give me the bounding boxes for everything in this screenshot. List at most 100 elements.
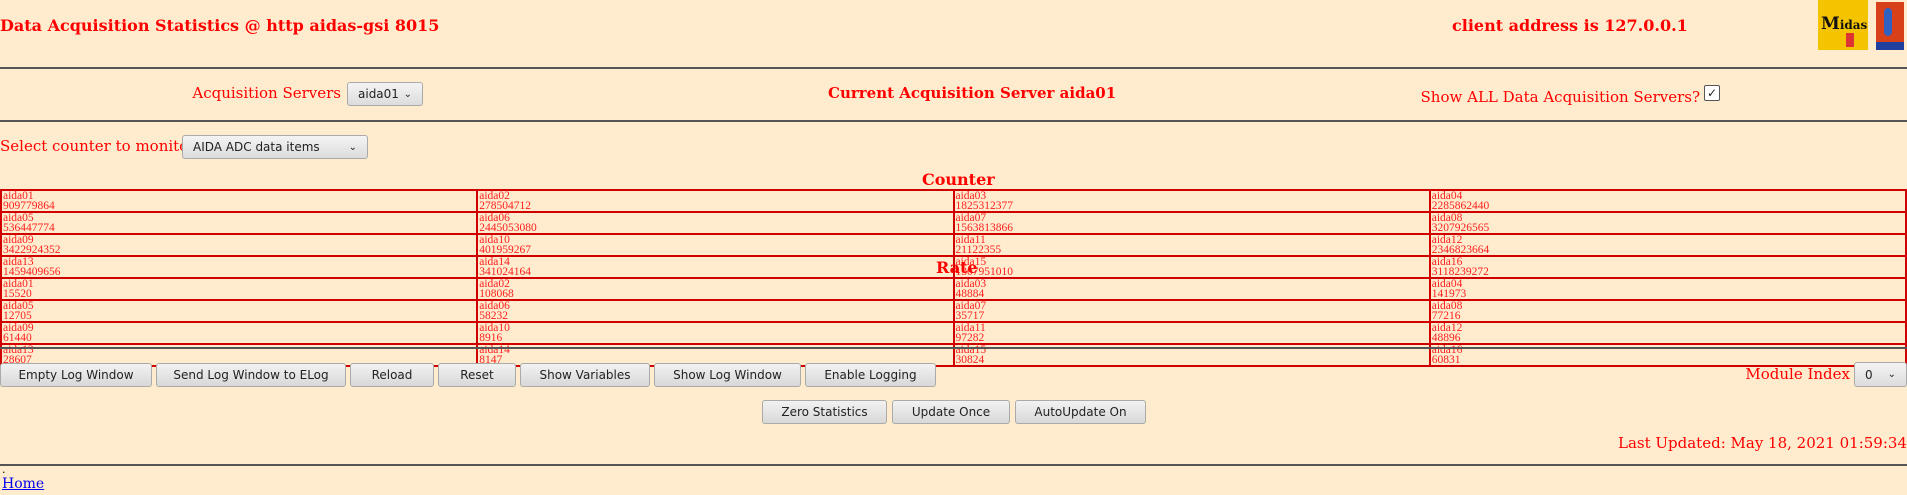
stat-value: 341024164 xyxy=(479,266,531,278)
stat-value: 3118239272 xyxy=(1431,266,1489,278)
stat-cell: aida108916 xyxy=(476,321,955,345)
current-server: Current Acquisition Server aida01 xyxy=(828,84,1117,102)
stat-cell: aida04141973 xyxy=(1428,277,1907,301)
reload-button[interactable]: Reload xyxy=(350,363,434,387)
stat-value: 15520 xyxy=(3,288,32,300)
server-name: aida12 xyxy=(1431,322,1463,334)
counter-heading: Counter xyxy=(922,170,995,189)
dot-text: . xyxy=(2,463,6,476)
stat-value: 108068 xyxy=(479,288,514,300)
acquisition-servers-label: Acquisition Servers xyxy=(192,84,341,102)
zero-statistics-button[interactable]: Zero Statistics xyxy=(762,400,887,424)
divider xyxy=(0,464,1907,466)
stat-value: 909779864 xyxy=(3,200,55,212)
stat-value: 8916 xyxy=(479,332,503,344)
stat-value: 21122355 xyxy=(955,244,1002,256)
divider xyxy=(0,347,1907,349)
home-link[interactable]: Home xyxy=(2,476,44,492)
acquisition-server-select[interactable]: aida01 ⌄ xyxy=(347,82,423,106)
table-row: aida0512705 aida0658232 aida0735717 aida087… xyxy=(0,299,1907,323)
stat-cell: aida01909779864 xyxy=(0,189,479,213)
table-row: aida05536447774 aida062445053080 aida07156… xyxy=(0,211,1907,235)
show-all-label: Show ALL Data Acquisition Servers? xyxy=(1420,88,1700,106)
stat-value: 35717 xyxy=(955,310,985,322)
stat-cell: aida163118239272 xyxy=(1428,255,1907,279)
chevron-down-icon: ⌄ xyxy=(1887,369,1896,380)
stat-cell: aida071563813866 xyxy=(952,211,1431,235)
table-row: aida093422924352 aida10401959267 aida11211… xyxy=(0,233,1907,257)
server-name: aida04 xyxy=(1431,278,1463,290)
page-title: Data Acquisition Statistics @ http aidas… xyxy=(0,16,440,35)
module-index-value: 0 xyxy=(1865,367,1873,382)
stat-value: 60831 xyxy=(1431,354,1461,366)
table-row: aida0115520 aida02108068 aida0348884 aida04… xyxy=(0,277,1907,301)
midas-logo: Midas xyxy=(1818,0,1868,50)
server-name: aida05 xyxy=(3,300,34,312)
stat-value: 77216 xyxy=(1431,310,1461,322)
reset-button[interactable]: Reset xyxy=(438,363,516,387)
stat-cell: aida1197282 xyxy=(952,321,1431,345)
rate-table: aida0115520 aida02108068 aida0348884 aida04… xyxy=(0,277,1907,367)
divider xyxy=(0,120,1907,122)
show-variables-button[interactable]: Show Variables xyxy=(520,363,650,387)
stat-cell: aida151307951010 xyxy=(952,255,1431,279)
divider xyxy=(0,67,1907,69)
stat-value: 1307951010 xyxy=(955,266,1014,278)
show-all-checkbox[interactable]: ✓ xyxy=(1704,85,1720,101)
module-index-label: Module Index xyxy=(1745,365,1850,383)
stat-cell: aida02108068 xyxy=(476,277,955,301)
stat-value: 48884 xyxy=(955,288,985,300)
stat-value: 2346823664 xyxy=(1431,244,1490,256)
server-name: aida10 xyxy=(479,322,510,334)
stat-cell: aida131459409656 xyxy=(0,255,479,279)
stat-cell: aida042285862440 xyxy=(1428,189,1907,213)
stat-value: 536447774 xyxy=(3,222,55,234)
tcl-powered-logo xyxy=(1876,2,1904,50)
stat-value: 48896 xyxy=(1431,332,1461,344)
stat-cell: aida062445053080 xyxy=(476,211,955,235)
stat-value: 3422924352 xyxy=(3,244,61,256)
stat-cell: aida122346823664 xyxy=(1428,233,1907,257)
stat-cell: aida02278504712 xyxy=(476,189,955,213)
stat-cell: aida0348884 xyxy=(952,277,1431,301)
rate-heading: Rate xyxy=(936,258,978,277)
server-name: aida11 xyxy=(955,322,986,334)
stat-value: 401959267 xyxy=(479,244,531,256)
stat-cell: aida1248896 xyxy=(1428,321,1907,345)
stat-cell: aida0735717 xyxy=(952,299,1431,323)
stat-cell: aida093422924352 xyxy=(0,233,479,257)
autoupdate-button[interactable]: AutoUpdate On xyxy=(1015,400,1146,424)
server-name: aida02 xyxy=(479,278,510,290)
stat-value: 61440 xyxy=(3,332,32,344)
server-name: aida01 xyxy=(3,278,34,290)
module-index-select[interactable]: 0 ⌄ xyxy=(1854,362,1907,387)
stat-cell: aida0658232 xyxy=(476,299,955,323)
stat-cell: aida05536447774 xyxy=(0,211,479,235)
empty-log-window-button[interactable]: Empty Log Window xyxy=(0,363,152,387)
stat-value: 58232 xyxy=(479,310,508,322)
acquisition-server-value: aida01 xyxy=(358,87,399,101)
stat-cell: aida0877216 xyxy=(1428,299,1907,323)
enable-logging-button[interactable]: Enable Logging xyxy=(805,363,936,387)
last-updated: Last Updated: May 18, 2021 01:59:34 xyxy=(1618,434,1907,452)
stat-value: 141973 xyxy=(1431,288,1467,300)
stat-value: 1825312377 xyxy=(955,200,1014,212)
stat-cell: aida031825312377 xyxy=(952,189,1431,213)
server-name: aida07 xyxy=(955,300,987,312)
update-once-button[interactable]: Update Once xyxy=(892,400,1010,424)
show-log-window-button[interactable]: Show Log Window xyxy=(654,363,801,387)
stat-value: 97282 xyxy=(955,332,985,344)
stat-cell: aida0512705 xyxy=(0,299,479,323)
send-log-to-elog-button[interactable]: Send Log Window to ELog xyxy=(156,363,346,387)
chevron-down-icon: ⌄ xyxy=(348,141,357,153)
table-row: aida0961440 aida108916 aida1197282 aida1248… xyxy=(0,321,1907,345)
stat-value: 1459409656 xyxy=(3,266,61,278)
stat-value: 1563813866 xyxy=(955,222,1014,234)
counter-select[interactable]: AIDA ADC data items ⌄ xyxy=(182,135,368,159)
stat-value: 278504712 xyxy=(479,200,531,212)
server-name: aida03 xyxy=(955,278,987,290)
stat-cell: aida1121122355 xyxy=(952,233,1431,257)
stat-value: 30824 xyxy=(955,354,985,366)
stat-value: 12705 xyxy=(3,310,32,322)
stat-cell: aida083207926565 xyxy=(1428,211,1907,235)
